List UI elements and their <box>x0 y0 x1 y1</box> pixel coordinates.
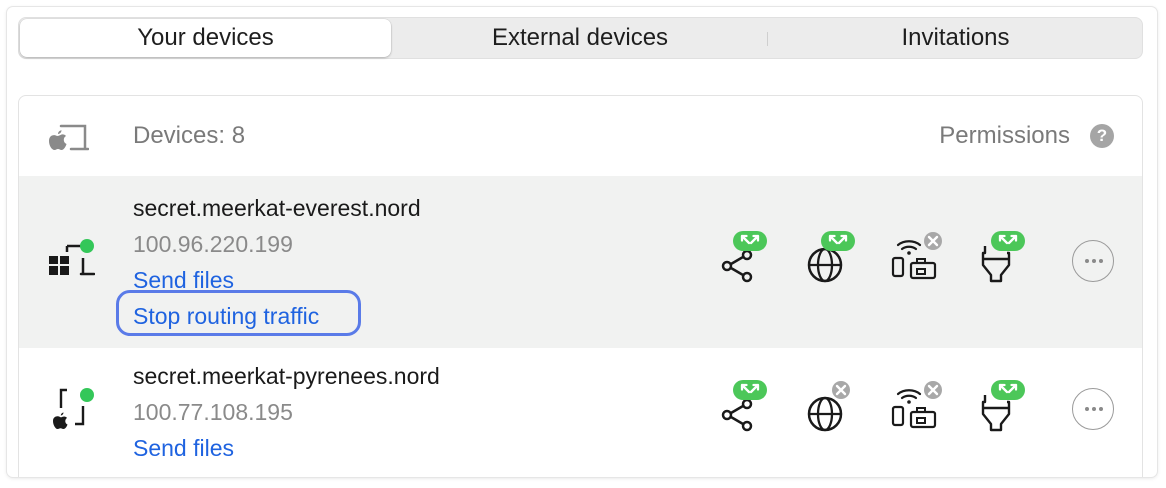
more-options-button[interactable] <box>1072 388 1114 430</box>
remote-access-allowed-icon[interactable] <box>975 231 1035 291</box>
routing-denied-icon[interactable] <box>805 380 865 440</box>
device-row[interactable]: secret.meerkat-everest.nord 100.96.220.1… <box>19 176 1142 348</box>
device-ip: 100.96.220.199 <box>133 231 293 257</box>
apple-phone-icon <box>47 386 95 437</box>
local-network-denied-icon[interactable] <box>889 380 949 440</box>
meshnet-window: Your devices External devices Invitation… <box>7 7 1157 477</box>
device-count: Devices: 8 <box>133 122 246 149</box>
devices-panel: Devices: 8 Permissions ? secret.meerkat-… <box>18 95 1143 477</box>
tab-external-devices[interactable]: External devices <box>394 18 766 58</box>
tab-your-devices[interactable]: Your devices <box>20 19 391 57</box>
device-row[interactable]: secret.meerkat-pyrenees.nord 100.77.108.… <box>19 348 1142 477</box>
local-network-denied-icon[interactable] <box>889 231 949 291</box>
send-files-link[interactable]: Send files <box>133 435 234 462</box>
stop-routing-traffic-link[interactable]: Stop routing traffic <box>133 303 319 330</box>
file-sharing-allowed-icon[interactable] <box>719 380 779 440</box>
remote-access-allowed-icon[interactable] <box>975 380 1035 440</box>
windows-laptop-icon <box>47 238 96 283</box>
help-icon[interactable]: ? <box>1090 124 1114 148</box>
tab-divider <box>767 32 768 46</box>
more-options-button[interactable] <box>1072 240 1114 282</box>
device-ip: 100.77.108.195 <box>133 399 293 425</box>
devices-header: Devices: 8 Permissions ? <box>19 96 1142 176</box>
permissions-label: Permissions <box>939 122 1070 149</box>
tab-invitations[interactable]: Invitations <box>769 18 1142 58</box>
device-tabs: Your devices External devices Invitation… <box>18 17 1143 59</box>
file-sharing-allowed-icon[interactable] <box>719 231 779 291</box>
routing-allowed-icon[interactable] <box>805 231 865 291</box>
device-name: secret.meerkat-pyrenees.nord <box>133 363 440 389</box>
apple-laptop-icon <box>47 122 90 157</box>
device-name: secret.meerkat-everest.nord <box>133 195 421 221</box>
